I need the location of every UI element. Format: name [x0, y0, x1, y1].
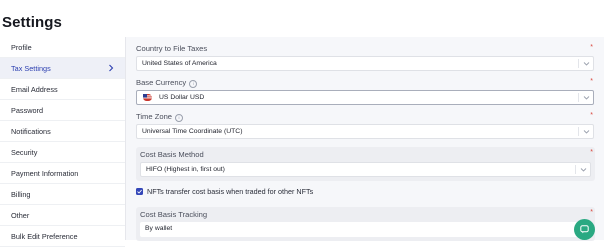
- checkmark-icon: [137, 189, 142, 194]
- chevron-down-icon: [580, 168, 587, 172]
- cost-basis-tracking-select[interactable]: By wallet: [140, 222, 591, 237]
- chat-icon: [580, 225, 589, 234]
- cost-basis-tracking-group: Cost Basis Tracking * By wallet: [136, 207, 595, 241]
- sidebar-item-bulk-edit-preference[interactable]: Bulk Edit Preference: [0, 226, 125, 247]
- country-value: United States of America: [142, 60, 217, 67]
- timezone-value: Universal Time Coordinate (UTC): [142, 128, 243, 135]
- chevron-down-icon: [583, 62, 590, 66]
- timezone-select[interactable]: Universal Time Coordinate (UTC): [136, 124, 594, 139]
- timezone-label-text: Time Zone: [136, 112, 173, 121]
- cost-basis-method-select[interactable]: HIFO (Highest in, first out): [140, 162, 591, 177]
- nft-checkbox-label: NFTs transfer cost basis when traded for…: [147, 187, 314, 196]
- settings-sidebar: Profile Tax Settings Email Address Passw…: [0, 37, 126, 247]
- sidebar-item-label: Tax Settings: [11, 64, 51, 73]
- nft-checkbox-row[interactable]: NFTs transfer cost basis when traded for…: [136, 187, 313, 197]
- required-marker: *: [590, 44, 593, 51]
- currency-value: US Dollar USD: [159, 94, 205, 101]
- sidebar-item-label: Email Address: [11, 85, 58, 94]
- sidebar-item-label: Billing: [11, 190, 31, 199]
- cost-basis-tracking-label: Cost Basis Tracking: [140, 210, 208, 219]
- sidebar-item-other[interactable]: Other: [0, 205, 125, 226]
- chevron-down-icon: [583, 130, 590, 134]
- info-icon[interactable]: i: [175, 114, 184, 122]
- sidebar-item-label: Notifications: [11, 127, 51, 136]
- sidebar-item-tax-settings[interactable]: Tax Settings: [0, 58, 125, 79]
- required-marker: *: [590, 78, 593, 85]
- timezone-label: Time Zone i: [136, 112, 184, 122]
- cost-basis-tracking-value: By wallet: [145, 225, 173, 232]
- sidebar-item-label: Other: [11, 211, 30, 220]
- cost-basis-method-label: Cost Basis Method: [140, 150, 204, 159]
- nft-checkbox[interactable]: [136, 188, 143, 195]
- required-marker: *: [590, 149, 593, 156]
- chevron-down-icon: [583, 96, 590, 100]
- sidebar-item-password[interactable]: Password: [0, 100, 125, 121]
- sidebar-item-payment-information[interactable]: Payment Information: [0, 163, 125, 184]
- dropdown-separator: [578, 127, 579, 136]
- required-marker: *: [590, 112, 593, 119]
- country-select[interactable]: United States of America: [136, 56, 594, 71]
- info-icon[interactable]: i: [189, 80, 198, 88]
- cost-basis-method-group: Cost Basis Method * HIFO (Highest in, fi…: [136, 147, 595, 181]
- country-field-group: Country to File Taxes * United States of…: [136, 43, 595, 73]
- tax-settings-panel: Country to File Taxes * United States of…: [126, 37, 604, 241]
- cost-basis-method-value: HIFO (Highest in, first out): [146, 166, 225, 173]
- currency-select[interactable]: US Dollar USD: [136, 90, 594, 105]
- sidebar-item-profile[interactable]: Profile: [0, 37, 125, 58]
- sidebar-item-label: Password: [11, 106, 44, 115]
- sidebar-item-label: Payment Information: [11, 169, 79, 178]
- sidebar-item-security[interactable]: Security: [0, 142, 125, 163]
- timezone-field-group: Time Zone i * Universal Time Coordinate (…: [136, 111, 595, 141]
- chat-button[interactable]: [574, 219, 595, 240]
- currency-label: Base Currency i: [136, 78, 198, 88]
- country-label: Country to File Taxes: [136, 44, 208, 53]
- dropdown-separator: [575, 165, 576, 174]
- page-title: Settings: [2, 14, 62, 31]
- required-marker: *: [590, 209, 593, 216]
- currency-label-text: Base Currency: [136, 78, 187, 87]
- sidebar-item-label: Security: [11, 148, 38, 157]
- chevron-right-icon: [109, 64, 114, 72]
- dropdown-separator: [578, 93, 579, 102]
- dropdown-separator: [578, 59, 579, 68]
- currency-field-group: Base Currency i * US Dollar USD: [136, 77, 595, 107]
- sidebar-item-notifications[interactable]: Notifications: [0, 121, 125, 142]
- sidebar-item-billing[interactable]: Billing: [0, 184, 125, 205]
- sidebar-item-label: Profile: [11, 43, 32, 52]
- us-flag-icon: [143, 94, 152, 101]
- sidebar-item-email-address[interactable]: Email Address: [0, 79, 125, 100]
